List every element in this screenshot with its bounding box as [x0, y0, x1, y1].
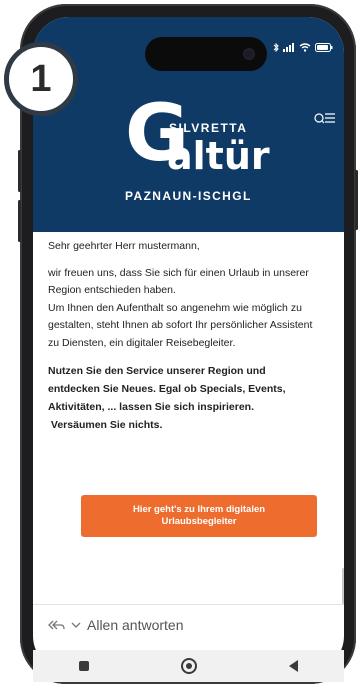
email-bold-line: Versäumen Sie nichts.: [50, 419, 163, 431]
cta-line-2: Urlaubsbegleiter: [161, 516, 237, 527]
power-button: [355, 170, 358, 230]
email-header-banner: G SILVRETTA altür PAZNAUN-ISCHGL: [33, 17, 344, 232]
scrollbar[interactable]: [342, 568, 344, 604]
bluetooth-icon: [273, 43, 279, 52]
wifi-icon: [299, 43, 311, 52]
step-number-badge: 1: [4, 42, 78, 116]
recent-apps-icon[interactable]: [79, 661, 89, 671]
logo-main-text: altür: [167, 134, 270, 178]
email-paragraph-2: Um Ihnen den Aufenthalt so angenehm wie …: [48, 301, 313, 349]
android-nav-bar: [33, 650, 344, 682]
menu-search-icon[interactable]: [314, 112, 336, 124]
battery-icon: [315, 43, 333, 52]
email-greeting: Sehr geehrter Herr mustermann,: [48, 240, 200, 252]
reply-all-icon: [48, 620, 65, 630]
email-paragraph: wir freuen uns, dass Sie sich für einen …: [48, 265, 316, 353]
email-body: Sehr geehrter Herr mustermann, wir freue…: [48, 238, 316, 434]
email-paragraph-1: wir freuen uns, dass Sie sich für einen …: [48, 266, 309, 297]
logo-top-text: SILVRETTA: [169, 121, 248, 135]
email-bold-paragraph: Nutzen Sie den Service unserer Region un…: [48, 362, 316, 434]
galtuer-logo: G SILVRETTA altür PAZNAUN-ISCHGL: [125, 95, 275, 215]
back-icon[interactable]: [289, 660, 298, 672]
reply-all-bar[interactable]: Allen antworten: [47, 617, 184, 633]
digital-companion-button[interactable]: Hier geht's zu Ihrem digitalen Urlaubsbe…: [81, 495, 317, 537]
logo-bottom-text: PAZNAUN-ISCHGL: [125, 189, 252, 203]
email-bold-text: Nutzen Sie den Service unserer Region un…: [48, 365, 286, 413]
camera-icon: [243, 48, 255, 60]
volume-button: [18, 150, 21, 192]
reply-all-label: Allen antworten: [87, 617, 184, 633]
volume-button: [18, 200, 21, 242]
signal-icon: [283, 43, 294, 52]
cta-line-1: Hier geht's zu Ihrem digitalen: [132, 504, 266, 515]
dynamic-island: [145, 37, 267, 71]
chevron-down-icon[interactable]: [71, 621, 81, 629]
home-icon[interactable]: [181, 658, 197, 674]
divider: [33, 604, 344, 605]
status-bar-icons: [273, 43, 333, 52]
